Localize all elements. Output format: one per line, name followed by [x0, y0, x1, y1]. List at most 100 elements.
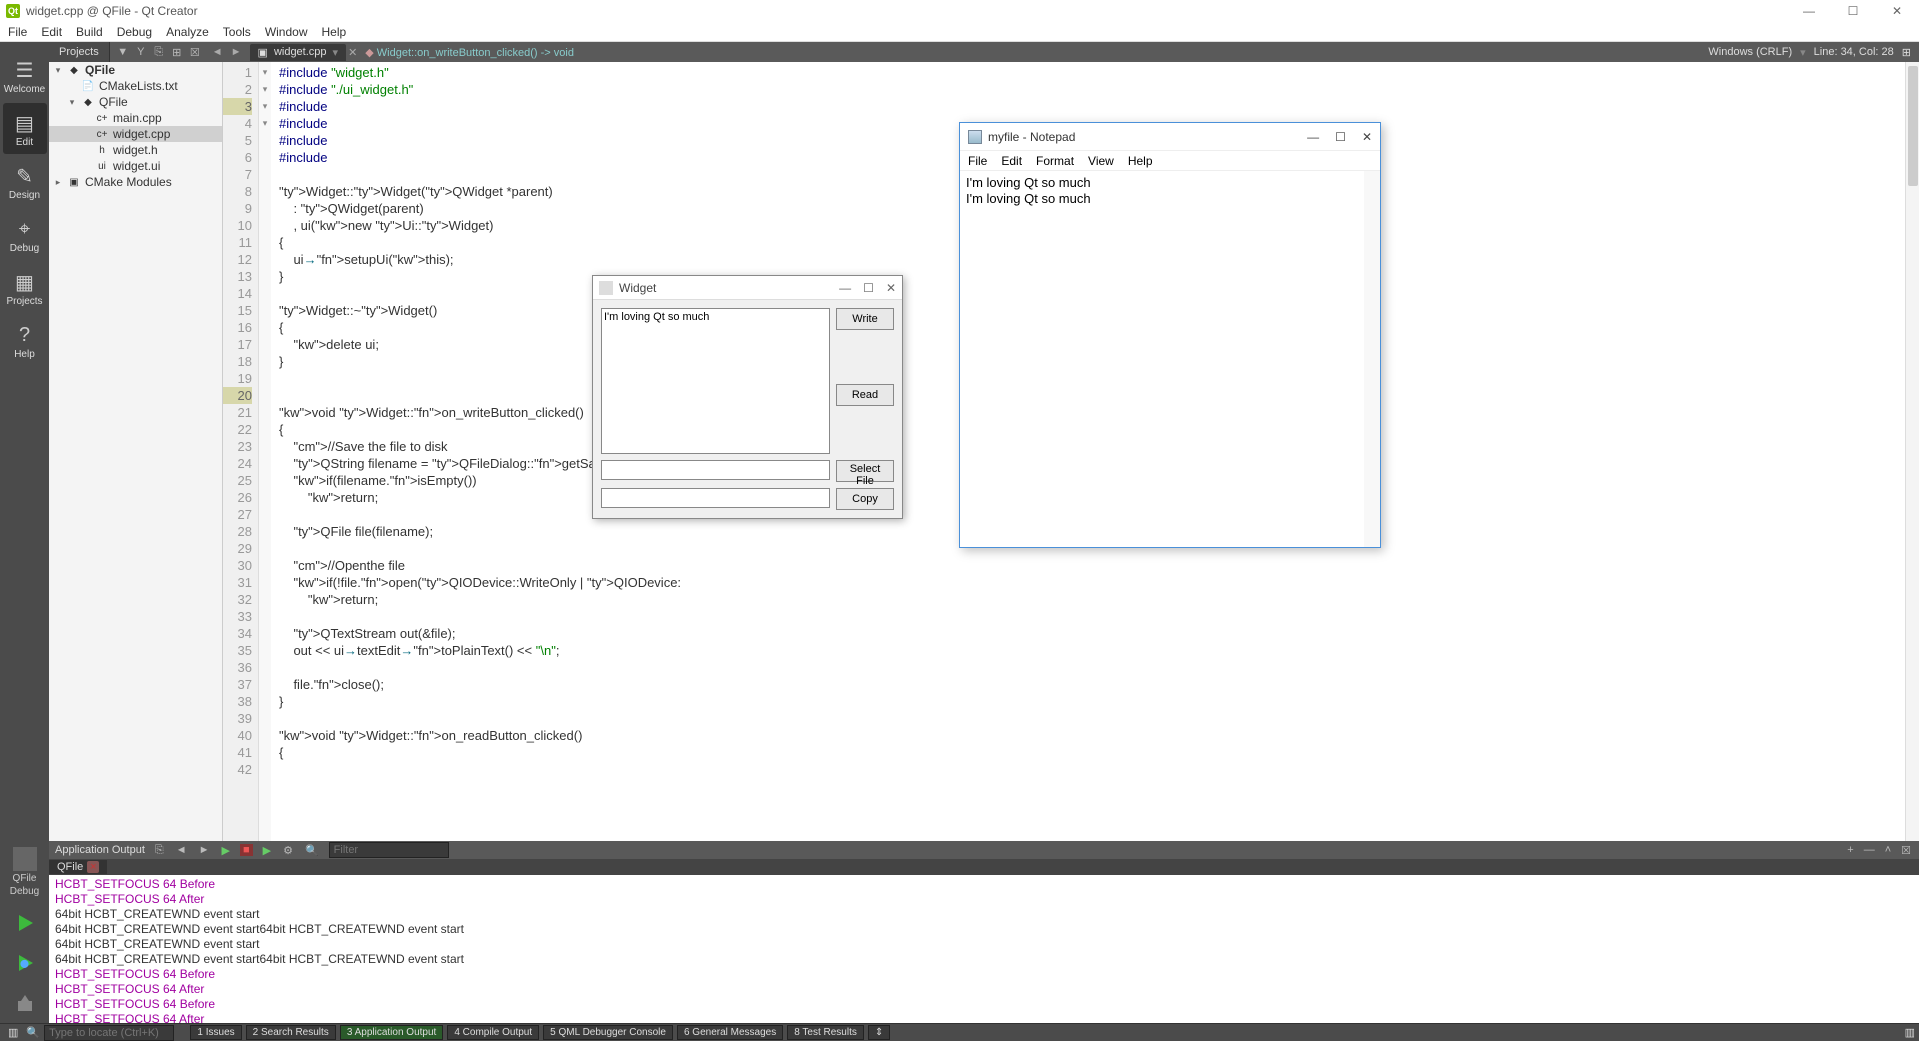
textedit[interactable]: I'm loving Qt so much [601, 308, 830, 454]
link-icon[interactable]: ⎘ [152, 46, 166, 59]
menu-edit[interactable]: Edit [41, 25, 62, 39]
tree-item[interactable]: 📄CMakeLists.txt [49, 78, 222, 94]
menu-debug[interactable]: Debug [117, 25, 152, 39]
output-next-icon[interactable]: ► [197, 844, 212, 856]
build-button[interactable] [11, 989, 39, 1017]
tree-item[interactable]: c+main.cpp [49, 110, 222, 126]
notepad-scrollbar[interactable] [1364, 171, 1380, 547]
tree-item[interactable]: c+widget.cpp [49, 126, 222, 142]
editor-tab[interactable]: ▣ widget.cpp ▾ [250, 44, 347, 61]
line-ending[interactable]: Windows (CRLF) [1708, 46, 1792, 58]
output-stop-icon[interactable]: ■ [240, 844, 253, 856]
notepad-window: myfile - Notepad — ☐ ✕ File Edit Format Vie… [959, 122, 1381, 548]
output-tab-close-icon[interactable]: × [87, 861, 99, 873]
nav-fwd-icon[interactable]: ► [227, 46, 246, 58]
status-tab-compile-output[interactable]: 4 Compile Output [447, 1025, 539, 1040]
locator-input[interactable] [44, 1025, 174, 1041]
output-filter-input[interactable] [329, 842, 449, 858]
status-tab-test-results[interactable]: 8 Test Results [787, 1025, 864, 1040]
split-h-icon[interactable]: ⊞ [1902, 46, 1911, 59]
notepad-body[interactable]: I'm loving Qt so muchI'm loving Qt so mu… [960, 171, 1380, 547]
tree-item[interactable]: ▸▣CMake Modules [49, 174, 222, 190]
tree-item[interactable]: ▾◆QFile [49, 62, 222, 78]
file-icon: ▣ [258, 46, 268, 59]
output-prev-icon[interactable]: ◄ [174, 844, 189, 856]
notepad-minimize-icon[interactable]: — [1307, 130, 1319, 144]
notepad-menu-view[interactable]: View [1088, 154, 1114, 168]
mode-welcome[interactable]: ☰Welcome [3, 50, 47, 101]
tree-item[interactable]: uiwidget.ui [49, 158, 222, 174]
tree-item[interactable]: hwidget.h [49, 142, 222, 158]
file-path-input[interactable] [601, 460, 830, 480]
tab-close-icon[interactable]: ✕ [346, 46, 359, 59]
minimize-icon[interactable]: — [1787, 0, 1831, 22]
filter-icon[interactable]: ▼ [116, 46, 130, 59]
notepad-maximize-icon[interactable]: ☐ [1335, 130, 1346, 144]
split-icon[interactable]: ⊞ [170, 46, 184, 59]
mode-design[interactable]: ✎Design [3, 156, 47, 207]
output-run-icon[interactable]: ▶ [219, 844, 231, 857]
close-icon[interactable]: ✕ [1875, 0, 1919, 22]
status-tab-application-output[interactable]: 3 Application Output [340, 1025, 444, 1040]
copy-target-input[interactable] [601, 488, 830, 508]
close-sidebar-icon[interactable]: ☒ [188, 46, 202, 59]
menu-tools[interactable]: Tools [223, 25, 251, 39]
menu-window[interactable]: Window [265, 25, 308, 39]
output-attach-icon[interactable]: ⎘ [153, 844, 166, 857]
editor-scrollbar[interactable] [1905, 62, 1919, 841]
output-min-icon[interactable]: ˄ [1883, 844, 1893, 857]
notepad-menu-edit[interactable]: Edit [1001, 154, 1022, 168]
output-add-icon[interactable]: + [1845, 844, 1855, 857]
cursor-position[interactable]: Line: 34, Col: 28 [1814, 46, 1894, 58]
filter2-icon[interactable]: Y [134, 46, 148, 59]
select-file-button[interactable]: Select File [836, 460, 894, 482]
welcome-icon: ☰ [11, 56, 39, 84]
notepad-close-icon[interactable]: ✕ [1362, 130, 1372, 144]
status-more-icon[interactable]: ⇕ [868, 1025, 890, 1040]
mode-help[interactable]: ?Help [3, 315, 47, 366]
menu-help[interactable]: Help [322, 25, 347, 39]
notepad-menu-file[interactable]: File [968, 154, 987, 168]
output-close-icon[interactable]: ☒ [1899, 844, 1913, 857]
write-button[interactable]: Write [836, 308, 894, 330]
output-settings-icon[interactable]: ⚙ [281, 844, 295, 857]
run-button[interactable] [11, 909, 39, 937]
notepad-menu-help[interactable]: Help [1128, 154, 1153, 168]
menu-build[interactable]: Build [76, 25, 103, 39]
notepad-menu: File Edit Format View Help [960, 151, 1380, 171]
output-tab[interactable]: QFile × [49, 860, 107, 874]
toggle-right-icon[interactable]: ▥ [1905, 1026, 1915, 1039]
breadcrumb[interactable]: ◆ Widget::on_writeButton_clicked() -> vo… [359, 46, 580, 59]
dialog-close-icon[interactable]: ✕ [886, 281, 896, 295]
mode-projects[interactable]: ▦Projects [3, 262, 47, 313]
dialog-maximize-icon[interactable]: ☐ [863, 281, 874, 295]
copy-button[interactable]: Copy [836, 488, 894, 510]
status-tab-search-results[interactable]: 2 Search Results [246, 1025, 336, 1040]
maximize-icon[interactable]: ☐ [1831, 0, 1875, 22]
output-pane[interactable]: HCBT_SETFOCUS 64 Before HCBT_SETFOCUS 64… [49, 875, 1919, 1023]
projects-pane-label[interactable]: Projects [49, 42, 110, 62]
search-icon: 🔍 [303, 844, 321, 857]
debug-icon: ⌖ [11, 215, 39, 243]
notepad-menu-format[interactable]: Format [1036, 154, 1074, 168]
mode-debug[interactable]: ⌖Debug [3, 209, 47, 260]
tree-item[interactable]: ▾◆QFile [49, 94, 222, 110]
project-tree[interactable]: ▾◆QFile📄CMakeLists.txt▾◆QFilec+main.cppc… [49, 62, 223, 841]
status-tab-general-messages[interactable]: 6 General Messages [677, 1025, 783, 1040]
status-tab-issues[interactable]: 1 Issues [190, 1025, 241, 1040]
kit-selector[interactable]: QFileDebug [10, 841, 39, 903]
menu-analyze[interactable]: Analyze [166, 25, 209, 39]
app-icon: Qt [6, 4, 20, 18]
notepad-title: myfile - Notepad [988, 130, 1075, 144]
output-minus-icon[interactable]: — [1862, 844, 1877, 857]
mode-edit[interactable]: ▤Edit [3, 103, 47, 154]
output-rerun-icon[interactable]: ▶ [261, 844, 273, 857]
read-button[interactable]: Read [836, 384, 894, 406]
nav-back-icon[interactable]: ◄ [208, 46, 227, 58]
projects-icon: ▦ [11, 268, 39, 296]
debug-run-button[interactable]: ⬤ [11, 949, 39, 977]
status-tab-qml-debugger-console[interactable]: 5 QML Debugger Console [543, 1025, 673, 1040]
toggle-left-icon[interactable]: ▥ [4, 1026, 22, 1039]
menu-file[interactable]: File [8, 25, 27, 39]
dialog-minimize-icon[interactable]: — [839, 281, 851, 295]
